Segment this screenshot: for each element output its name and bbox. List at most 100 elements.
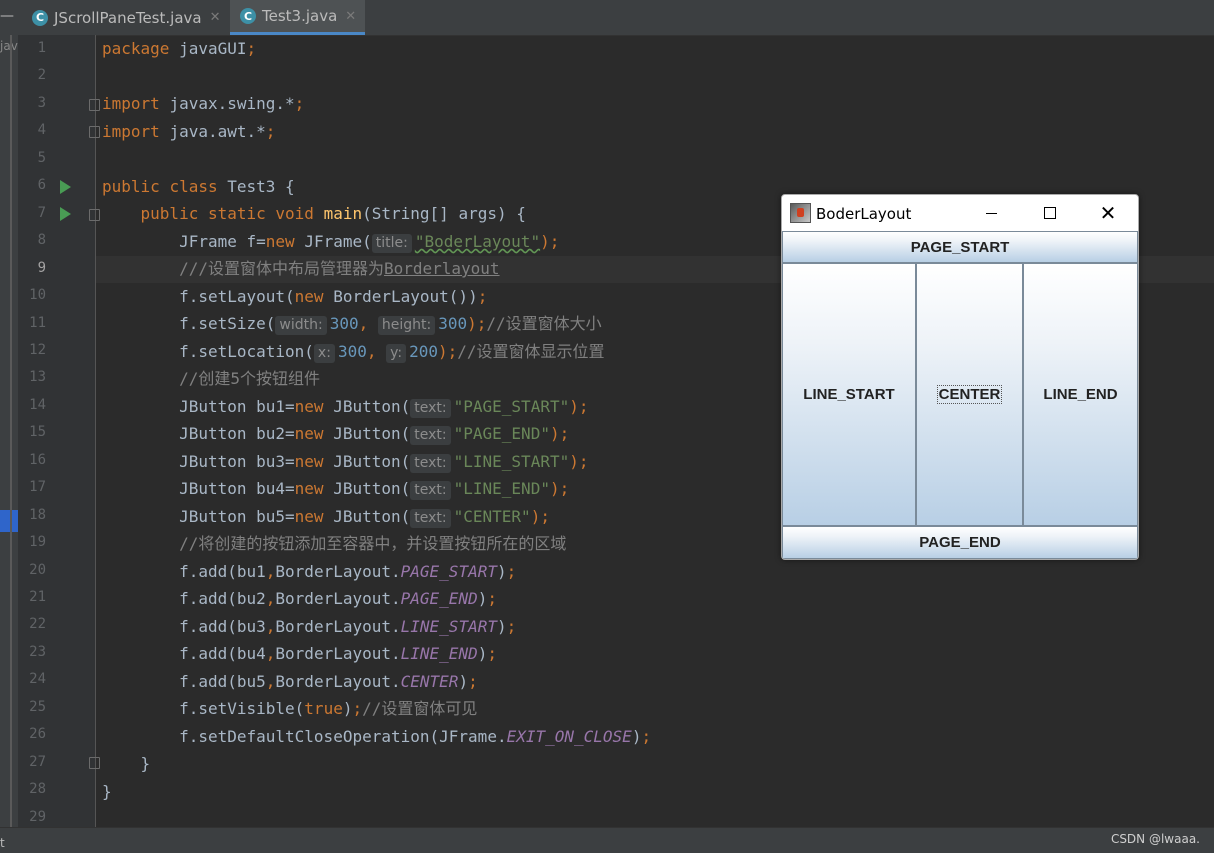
close-icon[interactable]: ✕ — [210, 10, 221, 25]
code-line[interactable]: f.add(bu5,BorderLayout.CENTER); — [102, 672, 478, 692]
comma: , — [265, 617, 276, 636]
code-line[interactable]: package javaGUI; — [102, 39, 256, 59]
tab-jscrollpanetest[interactable]: C JScrollPaneTest.java ✕ — [30, 0, 228, 35]
line-number: 10 — [29, 287, 46, 304]
line-number: 23 — [29, 643, 46, 660]
code-line[interactable]: f.setLocation(x: 300, y: 200);//设置窗体显示位置 — [102, 342, 605, 363]
code-text: ); — [438, 342, 458, 361]
args: (String[] args) { — [362, 204, 526, 223]
code-text: BorderLayout. — [275, 589, 401, 608]
fold-icon[interactable] — [89, 126, 100, 138]
code-line[interactable]: import javax.swing.*; — [102, 94, 304, 114]
code-text: f.add(bu3 — [179, 617, 266, 636]
line-end-button[interactable]: LINE_END — [1023, 263, 1138, 526]
line-number: 16 — [29, 451, 46, 468]
center-button[interactable]: CENTER — [916, 263, 1023, 526]
button-label: PAGE_END — [919, 534, 1001, 551]
line-number: 17 — [29, 479, 46, 496]
collapse-icon[interactable]: — — [0, 0, 22, 35]
close-button[interactable]: ✕ — [1079, 195, 1137, 231]
swing-window[interactable]: BoderLayout ✕ PAGE_START LINE_START CENT… — [781, 194, 1139, 560]
code-text: ); — [549, 424, 570, 443]
code-line[interactable]: f.add(bu4,BorderLayout.LINE_END); — [102, 644, 497, 664]
param-hint: text: — [410, 481, 451, 500]
string-literal: "PAGE_START" — [453, 397, 570, 416]
page-start-button[interactable]: PAGE_START — [782, 231, 1138, 263]
code-line[interactable]: //创建5个按钮组件 — [102, 369, 320, 389]
number: 300 — [438, 314, 468, 333]
code-line[interactable]: f.add(bu3,BorderLayout.LINE_START); — [102, 617, 516, 637]
semicolon: ; — [294, 94, 305, 113]
button-label: CENTER — [936, 385, 1003, 404]
code-text: JButton( — [333, 479, 411, 498]
fold-icon[interactable] — [89, 209, 100, 221]
code-text: BorderLayout. — [275, 672, 401, 691]
code-line[interactable]: f.setSize(width: 300, height: 300);//设置窗体大… — [102, 314, 602, 335]
code-line[interactable]: //将创建的按钮添加至容器中，并设置按钮所在的区域 — [102, 534, 566, 554]
close-icon[interactable]: ✕ — [345, 9, 356, 24]
button-label: LINE_END — [1043, 386, 1118, 403]
keyword: import — [102, 94, 160, 113]
window-titlebar[interactable]: BoderLayout ✕ — [782, 195, 1138, 231]
line-number: 29 — [29, 808, 46, 825]
tab-label: JScrollPaneTest.java — [54, 8, 202, 27]
page-end-button[interactable]: PAGE_END — [782, 526, 1138, 559]
watermark: CSDN @lwaaa. — [1110, 832, 1200, 846]
code-line[interactable]: JFrame f=new JFrame(title: "BoderLayout")… — [102, 232, 559, 253]
import-path: java.awt.* — [169, 122, 266, 141]
keyword: true — [304, 699, 343, 718]
code-line[interactable]: public class Test3 { — [102, 177, 295, 197]
code-line[interactable]: } — [102, 754, 151, 774]
code-line[interactable]: f.setLayout(new BorderLayout()); — [102, 287, 487, 307]
code-line[interactable]: JButton bu1=new JButton(text: "PAGE_START… — [102, 397, 588, 418]
code-text: f.add(bu1 — [179, 562, 266, 581]
tab-test3[interactable]: C Test3.java ✕ — [230, 0, 365, 35]
line-number: 9 — [37, 259, 46, 276]
code-text: JButton bu1= — [179, 397, 295, 416]
param-hint: y: — [386, 344, 407, 363]
window-content: PAGE_START LINE_START CENTER LINE_END PA… — [782, 231, 1138, 559]
line-number: 3 — [37, 94, 46, 111]
keyword: void — [275, 204, 314, 223]
code-line[interactable]: JButton bu5=new JButton(text: "CENTER"); — [102, 507, 550, 528]
code-line[interactable]: JButton bu4=new JButton(text: "LINE_END")… — [102, 479, 569, 500]
code-line[interactable]: public static void main(String[] args) { — [102, 204, 526, 224]
code-line[interactable]: JButton bu2=new JButton(text: "PAGE_END")… — [102, 424, 569, 445]
keyword: new — [294, 397, 324, 416]
code-line[interactable]: ///设置窗体中布局管理器为Borderlayout — [102, 259, 500, 279]
keyword: class — [169, 177, 218, 196]
minimize-button[interactable] — [962, 195, 1020, 231]
run-icon[interactable] — [60, 207, 71, 221]
brace: } — [102, 782, 112, 801]
code-text: BorderLayout. — [275, 644, 401, 663]
window-title: BoderLayout — [816, 205, 912, 223]
code-line[interactable]: f.add(bu2,BorderLayout.PAGE_END); — [102, 589, 497, 609]
code-line[interactable]: f.add(bu1,BorderLayout.PAGE_START); — [102, 562, 516, 582]
brace: } — [140, 754, 151, 773]
fold-icon[interactable] — [89, 99, 100, 111]
string-literal: "CENTER" — [453, 507, 531, 526]
code-text: JFrame f= — [179, 232, 266, 251]
line-number: 24 — [29, 671, 46, 688]
number: 300 — [329, 314, 359, 333]
param-hint: text: — [410, 454, 451, 473]
maximize-button[interactable] — [1021, 195, 1079, 231]
fold-icon[interactable] — [89, 757, 100, 769]
code-line[interactable]: f.setDefaultCloseOperation(JFrame.EXIT_O… — [102, 727, 651, 747]
keyword: public — [140, 204, 199, 223]
string-literal: "LINE_END" — [453, 479, 550, 498]
code-line[interactable]: f.setVisible(true);//设置窗体可见 — [102, 699, 477, 719]
keyword: new — [265, 232, 295, 251]
line-start-button[interactable]: LINE_START — [782, 263, 916, 526]
code-text: JButton bu5= — [179, 507, 295, 526]
code-line[interactable]: import java.awt.*; — [102, 122, 275, 142]
code-line[interactable]: } — [102, 782, 112, 802]
code-line[interactable]: JButton bu3=new JButton(text: "LINE_START… — [102, 452, 588, 473]
run-icon[interactable] — [60, 180, 71, 194]
code-text: BorderLayout()) — [333, 287, 478, 306]
code-text: f.setLayout( — [179, 287, 295, 306]
string-literal: "LINE_START" — [453, 452, 570, 471]
constant: CENTER — [400, 672, 459, 691]
comma: , — [358, 314, 369, 333]
line-number: 1 — [37, 40, 46, 56]
